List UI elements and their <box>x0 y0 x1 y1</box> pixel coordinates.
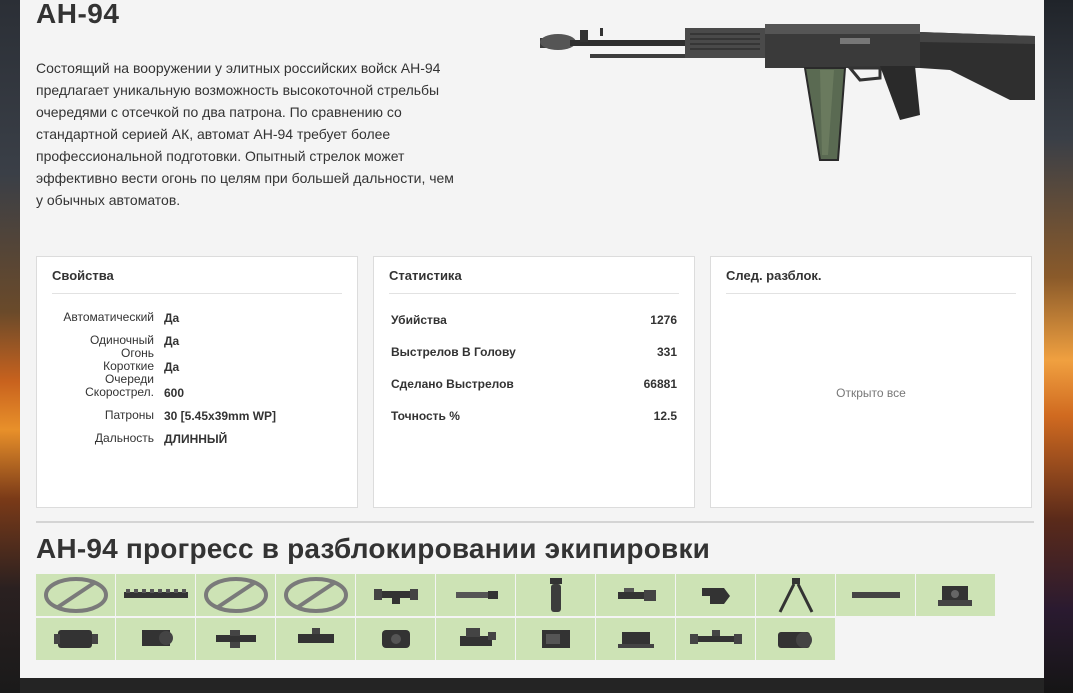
unlock-grid <box>36 574 996 660</box>
flashlight-icon[interactable] <box>596 574 675 616</box>
property-label: Скорострел. <box>85 385 154 399</box>
laser-sight-icon[interactable] <box>676 574 755 616</box>
stat-label: Выстрелов В Голову <box>391 345 516 359</box>
silencer-icon[interactable] <box>436 574 515 616</box>
bipod-icon[interactable] <box>756 574 835 616</box>
background-right <box>1044 0 1073 693</box>
pks-scope-icon[interactable] <box>276 618 355 660</box>
assault-rifle-icon <box>520 10 1040 170</box>
property-label: Патроны <box>104 408 154 422</box>
property-value: Да <box>164 334 180 348</box>
next-unlock-text: Открыто все <box>836 386 906 400</box>
rifle-scope-icon[interactable] <box>676 618 755 660</box>
tactical-light-icon[interactable] <box>596 618 675 660</box>
kobra-sight-icon[interactable] <box>436 618 515 660</box>
property-label: Короткие Очереди <box>103 359 154 386</box>
ir-scope-icon[interactable] <box>36 618 115 660</box>
property-value: Да <box>164 360 180 374</box>
background-left <box>0 0 20 693</box>
statistics-title: Статистика <box>389 268 679 294</box>
stat-value: 331 <box>656 345 677 359</box>
progress-title: АН-94 прогресс в разблокировании экипиро… <box>36 533 711 564</box>
rail-icon[interactable] <box>116 574 195 616</box>
property-value: Да <box>164 311 180 325</box>
none-slot-icon[interactable] <box>196 574 275 616</box>
heavy-barrel-icon[interactable] <box>836 574 915 616</box>
red-dot-sight-icon[interactable] <box>916 574 995 616</box>
footer-bar <box>20 678 1044 693</box>
property-value: 30 [5.45x39mm WP] <box>164 409 277 423</box>
stat-value: 1276 <box>650 313 677 327</box>
statistics-card: Статистика Убийства 1276 Выстрелов В Гол… <box>373 256 695 508</box>
none-slot-icon[interactable] <box>276 574 355 616</box>
scope-icon[interactable] <box>356 574 435 616</box>
property-label: Автоматический <box>63 310 154 324</box>
pka-scope-icon[interactable] <box>116 618 195 660</box>
section-divider <box>36 521 1034 523</box>
stat-value: 12.5 <box>653 409 677 423</box>
foregrip-icon[interactable] <box>516 574 595 616</box>
stat-label: Убийства <box>391 313 447 327</box>
properties-title: Свойства <box>52 268 342 294</box>
ballistic-scope-icon[interactable] <box>756 618 835 660</box>
next-unlock-card: След. разблок. Открыто все <box>710 256 1032 508</box>
weapon-title: АН-94 <box>36 0 120 29</box>
property-value: 600 <box>164 386 185 400</box>
reflex-sight-icon[interactable] <box>356 618 435 660</box>
stat-label: Точность % <box>391 409 460 423</box>
property-value: ДЛИННЫЙ <box>164 432 228 446</box>
acog-scope-icon[interactable] <box>196 618 275 660</box>
next-unlock-title: След. разблок. <box>726 268 1016 294</box>
property-label: Дальность <box>94 431 154 445</box>
property-label: Одиночный Огонь <box>89 333 154 360</box>
holo-sight-icon[interactable] <box>516 618 595 660</box>
properties-card: Свойства Автоматический Да Одиночный Ого… <box>36 256 358 508</box>
weapon-panel: АН-94 Состоящий на вооружении у элитных … <box>20 0 1044 678</box>
none-slot-icon[interactable] <box>36 574 115 616</box>
weapon-description: Состоящий на вооружении у элитных россий… <box>36 60 454 208</box>
stat-value: 66881 <box>643 377 677 391</box>
stat-label: Сделано Выстрелов <box>391 377 514 391</box>
